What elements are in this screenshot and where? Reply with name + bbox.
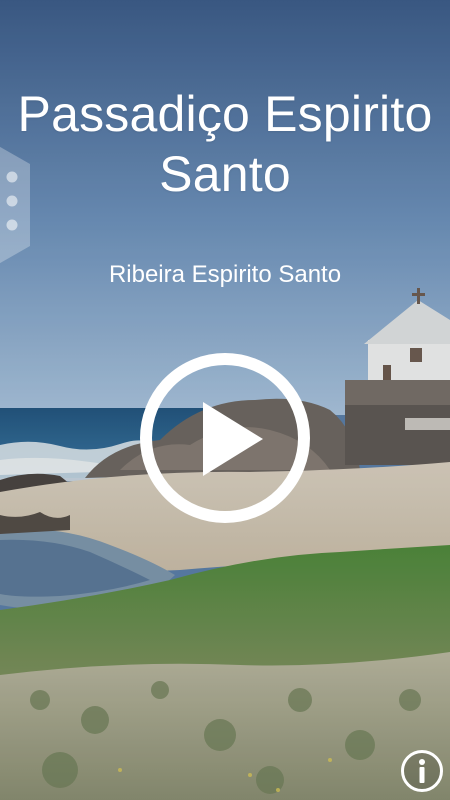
info-circle-icon	[401, 750, 443, 792]
page-title: Passadiço Espirito Santo	[17, 86, 433, 202]
page-subtitle: Ribeira Espirito Santo	[108, 261, 342, 288]
info-button[interactable]	[400, 749, 444, 793]
video-cover-screen: Passadiço Espirito Santo Ribeira Espirit…	[0, 0, 450, 800]
play-circle-icon	[140, 353, 310, 523]
play-button[interactable]	[139, 352, 311, 524]
